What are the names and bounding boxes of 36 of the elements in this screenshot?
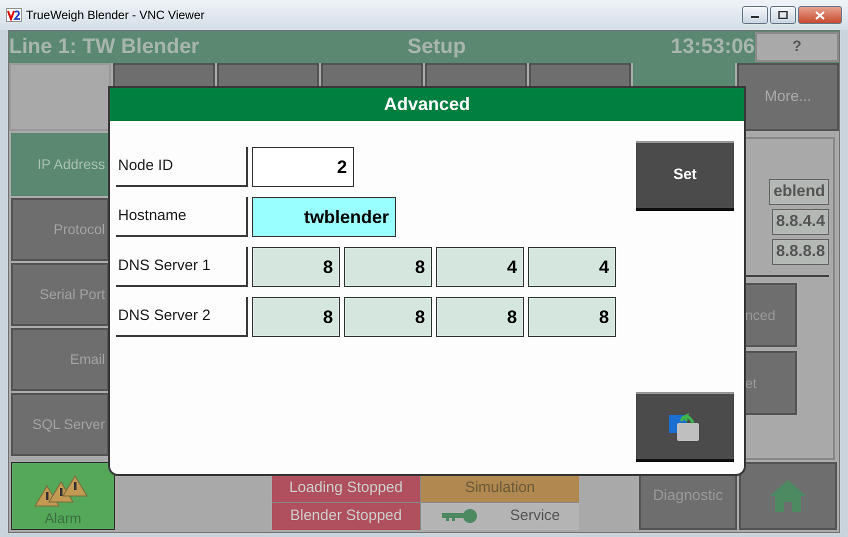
status-text: Loading Stopped bbox=[289, 478, 403, 498]
status-text: Service bbox=[510, 506, 560, 526]
maximize-icon bbox=[778, 11, 788, 19]
clock-time: 13:53:06 bbox=[670, 34, 755, 60]
status-text: Simulation bbox=[464, 478, 536, 498]
maximize-button[interactable] bbox=[770, 6, 796, 24]
field-label: DNS Server 2 bbox=[116, 297, 248, 337]
input-field[interactable]: 2 bbox=[252, 147, 354, 187]
key-icon bbox=[440, 508, 480, 524]
input-field[interactable]: twblender bbox=[252, 197, 396, 237]
close-button[interactable] bbox=[798, 6, 842, 24]
value-field: eblend bbox=[769, 179, 829, 205]
value-field: 8.8.8.8 bbox=[772, 239, 829, 265]
minimize-button[interactable] bbox=[742, 6, 768, 24]
field-label: Node ID bbox=[116, 147, 248, 187]
input-field[interactable]: 8 bbox=[252, 247, 340, 287]
value-field: 8.8.4.4 bbox=[772, 209, 829, 235]
field-label: Hostname bbox=[116, 197, 248, 237]
close-icon bbox=[815, 10, 825, 20]
input-field[interactable]: 8 bbox=[436, 297, 524, 337]
line-title: Line 1: TW Blender bbox=[9, 34, 200, 60]
status-text: Blender Stopped bbox=[290, 506, 402, 526]
window-title: TrueWeigh Blender - VNC Viewer bbox=[26, 7, 205, 24]
return-button[interactable] bbox=[636, 392, 734, 462]
input-field[interactable]: 4 bbox=[528, 247, 616, 287]
input-field[interactable]: 8 bbox=[344, 247, 432, 287]
field-label: DNS Server 1 bbox=[116, 247, 248, 287]
app-icon bbox=[6, 8, 22, 22]
screen-title: Setup bbox=[407, 34, 466, 60]
input-field[interactable]: 4 bbox=[436, 247, 524, 287]
input-field[interactable]: 8 bbox=[252, 297, 340, 337]
set-button[interactable]: Set bbox=[636, 141, 734, 211]
dialog-title: Advanced bbox=[110, 88, 744, 121]
input-field[interactable]: 8 bbox=[528, 297, 616, 337]
home-icon bbox=[768, 478, 808, 514]
input-field[interactable]: 8 bbox=[344, 297, 432, 337]
